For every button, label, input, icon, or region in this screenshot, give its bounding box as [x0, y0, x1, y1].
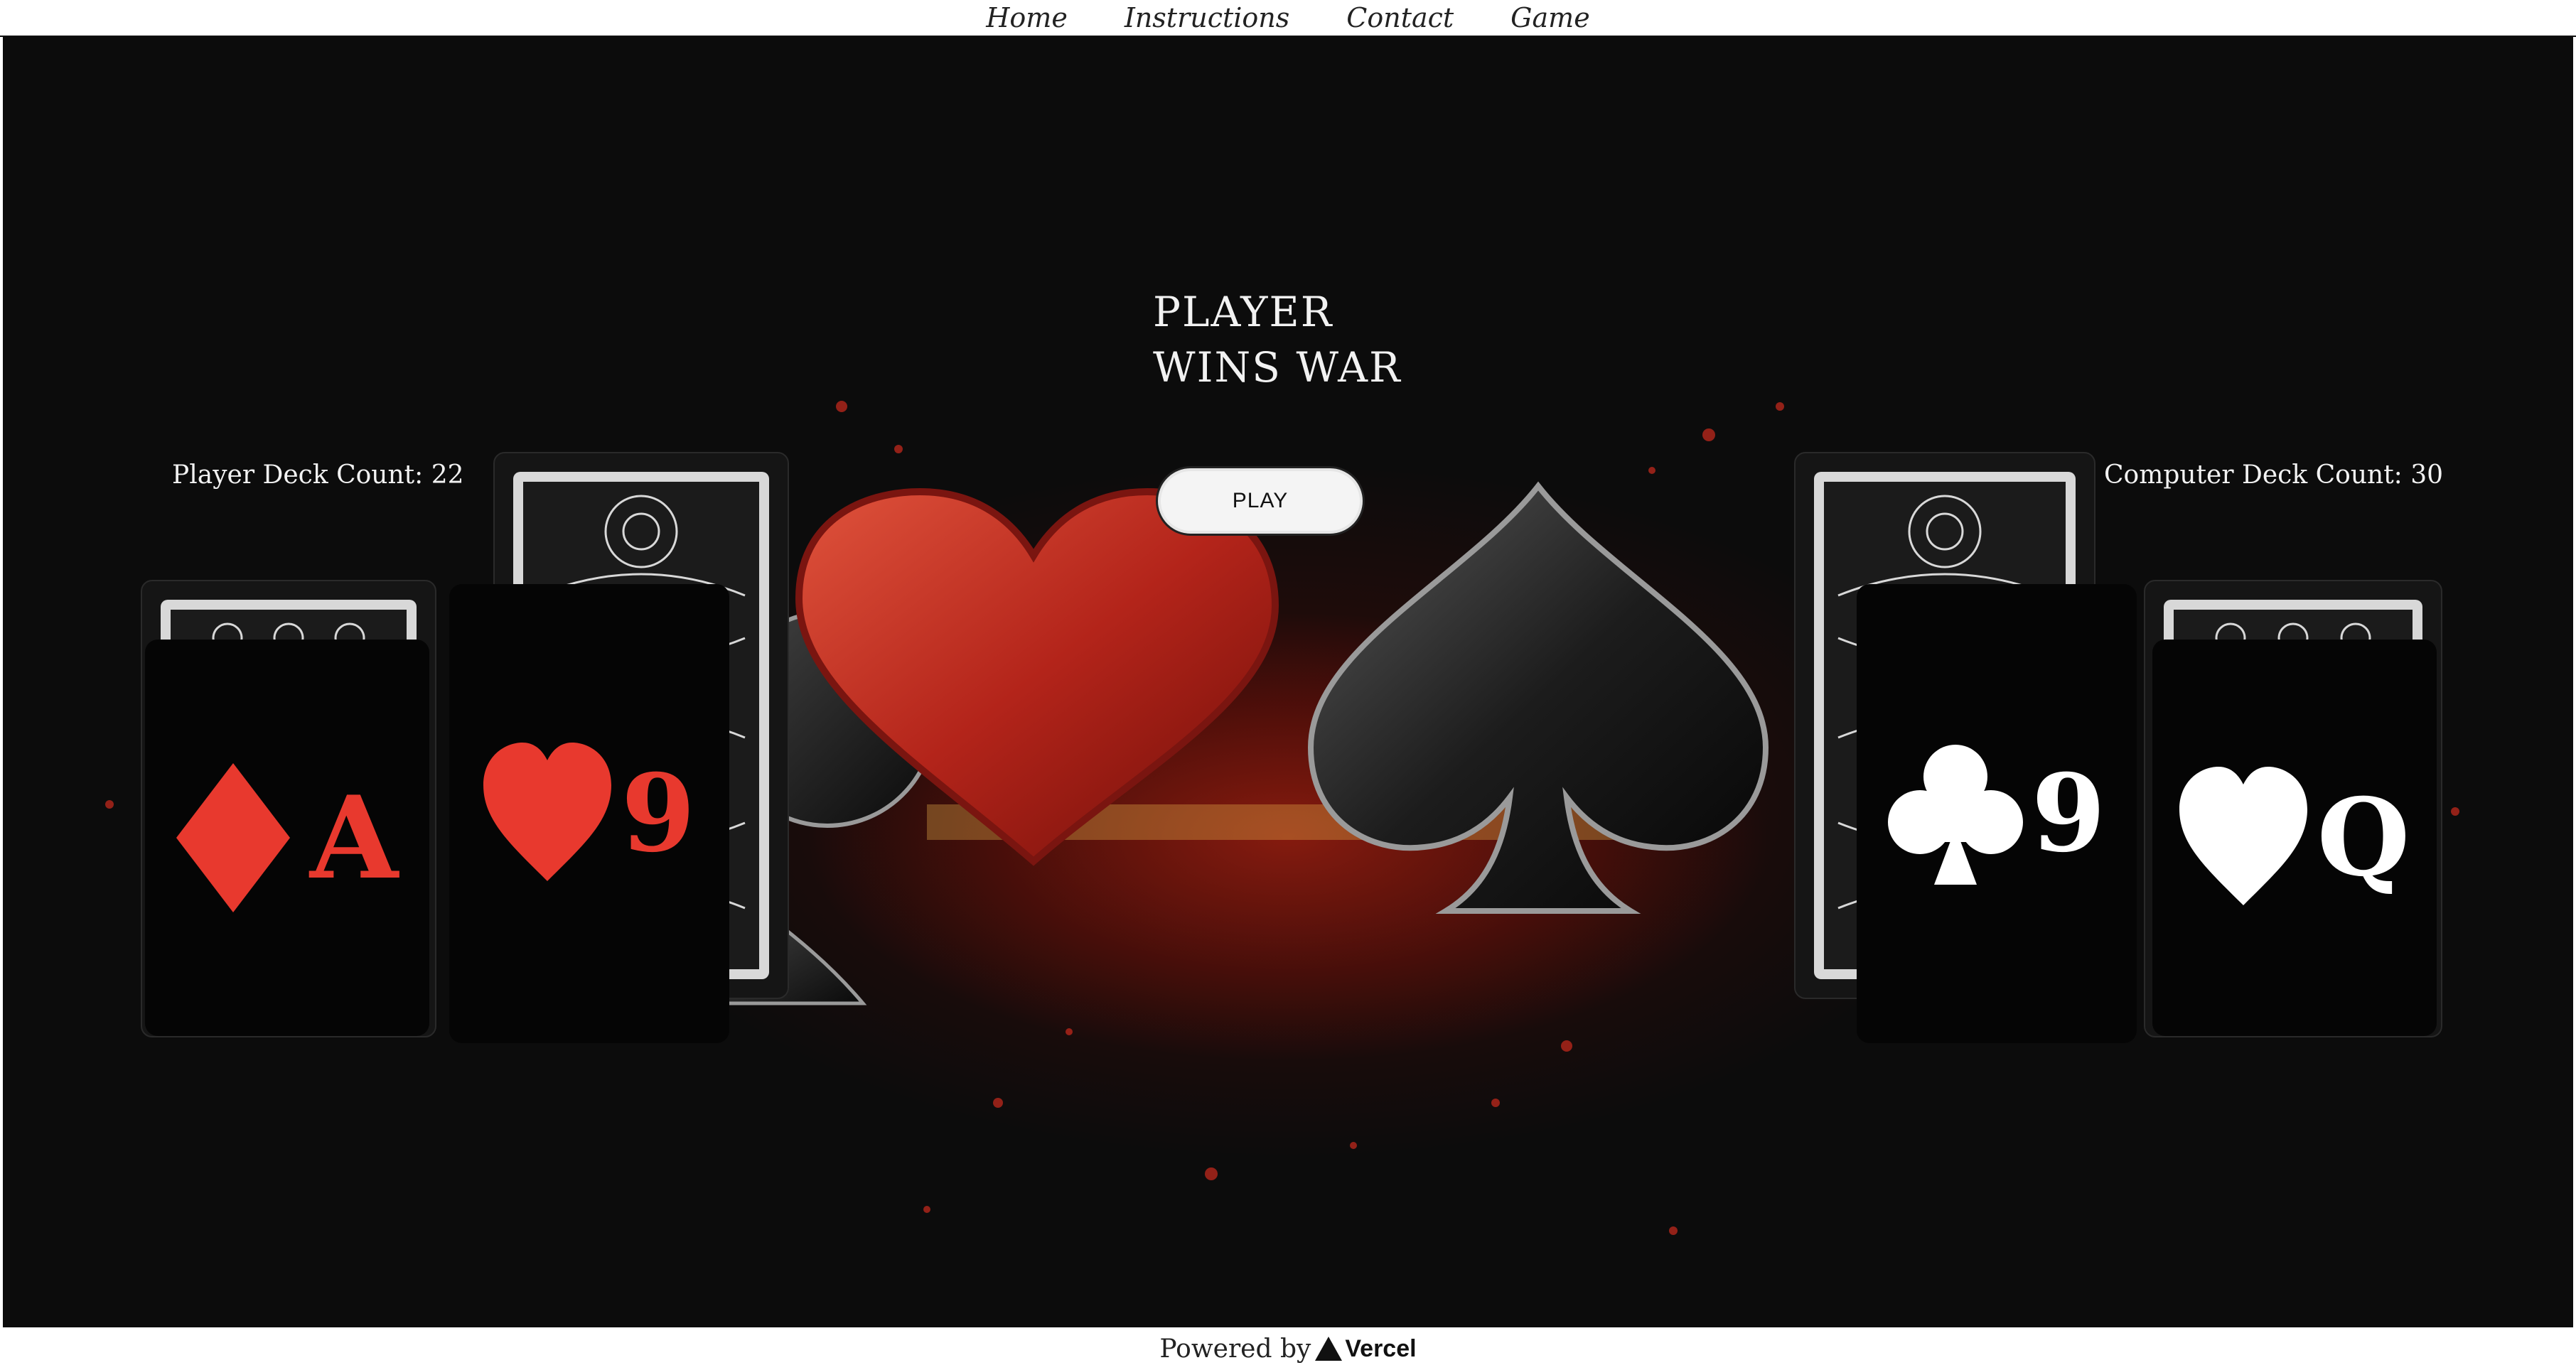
card-rank: 9 — [2031, 751, 2106, 876]
vercel-brand-name: Vercel — [1345, 1334, 1417, 1362]
footer: Powered by Vercel — [0, 1327, 2576, 1370]
card-pip: 9 — [483, 743, 695, 885]
player-war-card: A — [145, 640, 429, 1036]
vercel-link[interactable]: Vercel — [1315, 1334, 1417, 1363]
nav-home-link[interactable]: Home — [986, 2, 1068, 33]
nav-instructions-link[interactable]: Instructions — [1125, 2, 1289, 33]
top-navigation: Home Instructions Contact Game — [0, 0, 2576, 37]
spade-art — [1307, 481, 1769, 914]
result-title: PLAYER WINS WAR — [1153, 288, 1402, 392]
computer-deck-count: Computer Deck Count: 30 — [2104, 460, 2444, 490]
powered-by-text: Powered by — [1159, 1334, 1311, 1364]
card-pip: Q — [2179, 767, 2410, 909]
computer-battle-card: 9 — [1857, 584, 2137, 1043]
game-stage: PLAYER WINS WAR Player Deck Count: 22 Co… — [3, 37, 2573, 1327]
computer-war-card: Q — [2152, 640, 2437, 1036]
card-rank: Q — [2317, 775, 2410, 900]
card-rank: A — [309, 771, 399, 905]
play-button[interactable]: PLAY — [1156, 466, 1365, 536]
vercel-logo-icon — [1315, 1337, 1343, 1361]
club-icon — [1887, 745, 2023, 885]
card-pip: A — [176, 763, 398, 912]
diamond-icon — [176, 763, 290, 912]
player-deck-count: Player Deck Count: 22 — [172, 460, 464, 490]
card-pip: 9 — [1887, 743, 2106, 885]
card-rank: 9 — [621, 751, 696, 876]
nav-contact-link[interactable]: Contact — [1346, 2, 1454, 33]
player-battle-card: 9 — [449, 584, 729, 1043]
heart-icon — [2179, 767, 2307, 905]
nav-game-link[interactable]: Game — [1510, 2, 1590, 33]
heart-icon — [483, 743, 611, 881]
